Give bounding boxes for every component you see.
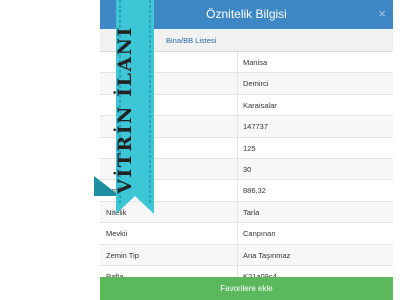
row-value: Canpınan [243, 229, 276, 239]
row-value: Karaisalar [243, 100, 277, 110]
row-value: Demirci [243, 79, 269, 89]
row-value: Ana Taşınmaz [243, 250, 291, 260]
row-value: 30 [243, 164, 252, 174]
table-row: Mevkii Canpınan [100, 223, 393, 245]
row-value: 147737 [243, 122, 269, 132]
row-value: Manisa [243, 58, 268, 67]
table-row: Zemin Tip Ana Taşınmaz [100, 244, 393, 266]
row-value: Tarla [243, 207, 260, 217]
close-icon[interactable]: × [378, 0, 386, 29]
row-label: Mevkii [106, 229, 128, 239]
column-divider [237, 52, 238, 277]
add-to-favorites-button[interactable]: Favorilere ekle [100, 277, 393, 300]
ribbon-label: VİTRİN İLANI [114, 26, 136, 194]
row-value: 125 [243, 143, 256, 153]
row-label: Zemin Tip [106, 250, 139, 260]
dialog-title: Öznitelik Bilgisi [206, 7, 287, 21]
tab-building-list[interactable]: Bina/BB Listesi [166, 29, 216, 52]
row-value: 886,32 [243, 186, 266, 196]
